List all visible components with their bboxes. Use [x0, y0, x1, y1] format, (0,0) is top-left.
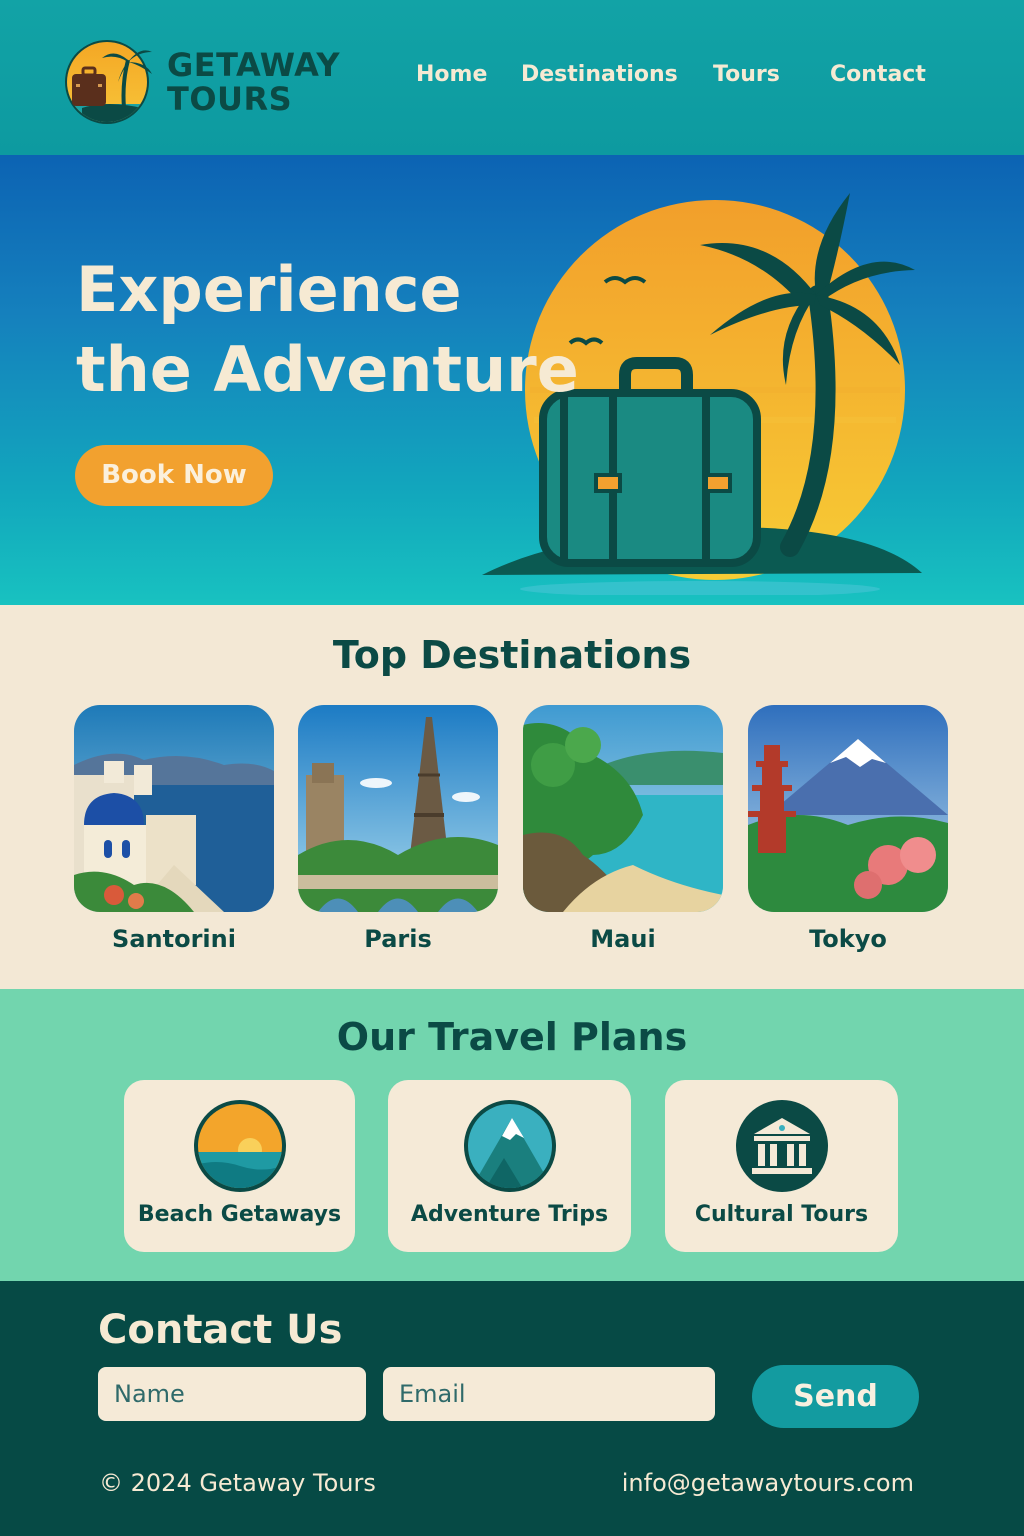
hero-section: Experience the Adventure Book Now	[0, 155, 1024, 605]
nav-destinations[interactable]: Destinations	[521, 62, 678, 92]
destination-label-tokyo: Tokyo	[809, 925, 887, 953]
plan-card-beach[interactable]: Beach Getaways	[124, 1080, 355, 1252]
plan-card-cultural[interactable]: Cultural Tours	[665, 1080, 898, 1252]
tropical-coast-image	[523, 705, 723, 912]
nav-home[interactable]: Home	[416, 62, 487, 92]
destination-card-paris[interactable]	[298, 705, 498, 912]
destination-label-santorini: Santorini	[112, 925, 236, 953]
eiffel-tower-image	[298, 705, 498, 912]
santorini-image	[74, 705, 274, 912]
plan-card-adventure[interactable]: Adventure Trips	[388, 1080, 631, 1252]
send-button[interactable]: Send	[752, 1365, 919, 1428]
contact-section: Contact Us Send © 2024 Getaway Tours inf…	[0, 1281, 1024, 1536]
brand-line-2: TOURS	[167, 80, 293, 118]
site-header: GETAWAY TOURS Home Destinations Tours Co…	[0, 0, 1024, 155]
logo-icon[interactable]	[62, 38, 154, 126]
hero-title: Experience the Adventure	[76, 250, 579, 410]
destination-label-paris: Paris	[364, 925, 432, 953]
beach-sunset-icon	[193, 1100, 286, 1192]
hero-title-line-1: Experience	[76, 253, 462, 326]
nav-contact[interactable]: Contact	[830, 62, 926, 92]
name-field[interactable]	[98, 1367, 366, 1421]
brand-name[interactable]: GETAWAY TOURS	[167, 48, 340, 116]
plan-label-adventure: Adventure Trips	[410, 1202, 609, 1227]
mount-fuji-pagoda-image	[748, 705, 948, 912]
book-now-button[interactable]: Book Now	[75, 445, 273, 506]
destination-label-maui: Maui	[590, 925, 656, 953]
nav-tours[interactable]: Tours	[713, 62, 780, 92]
hero-title-line-2: the Adventure	[76, 333, 579, 406]
destination-card-santorini[interactable]	[74, 705, 274, 912]
email-field[interactable]	[383, 1367, 715, 1421]
mountain-icon	[463, 1100, 556, 1192]
plans-title: Our Travel Plans	[336, 1015, 688, 1059]
destinations-title: Top Destinations	[332, 633, 692, 677]
destinations-section: Top Destinations Santorini Paris Maui To…	[0, 605, 1024, 989]
brand-line-1: GETAWAY	[167, 46, 341, 84]
contact-email-link[interactable]: info@getawaytours.com	[622, 1469, 914, 1497]
plan-label-beach: Beach Getaways	[137, 1202, 342, 1227]
travel-plans-section: Our Travel Plans Beach Getaways Adventur…	[0, 989, 1024, 1281]
copyright-text: © 2024 Getaway Tours	[99, 1469, 376, 1497]
contact-title: Contact Us	[98, 1307, 343, 1353]
destination-card-maui[interactable]	[523, 705, 723, 912]
destination-card-tokyo[interactable]	[748, 705, 948, 912]
plan-label-cultural: Cultural Tours	[694, 1202, 869, 1227]
museum-icon	[735, 1100, 828, 1192]
